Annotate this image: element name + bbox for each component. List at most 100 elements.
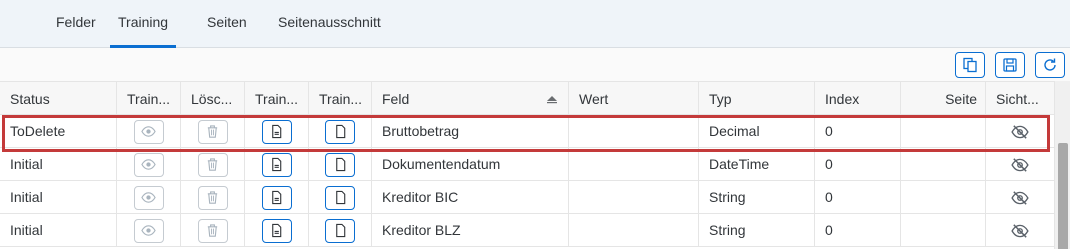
- save-button[interactable]: [995, 52, 1025, 78]
- train-document-cell: [245, 148, 309, 181]
- train-cell: [117, 148, 181, 181]
- feld-cell: Kreditor BIC: [372, 181, 569, 214]
- tab-felder[interactable]: Felder: [56, 0, 96, 48]
- table-row[interactable]: Initial Kreditor BLZ String 0: [0, 214, 1054, 247]
- document-lines-icon: [272, 157, 282, 172]
- feld-cell: Bruttobetrag: [372, 115, 569, 148]
- train-page-cell: [309, 115, 372, 148]
- train-document-cell: [245, 181, 309, 214]
- document-button[interactable]: [325, 119, 355, 144]
- column-header-train-3[interactable]: Train...: [309, 82, 372, 116]
- tab-seiten[interactable]: Seiten: [207, 0, 247, 48]
- document-button[interactable]: [325, 185, 355, 210]
- column-header-feld-label: Feld: [382, 91, 410, 107]
- seite-cell: [901, 115, 986, 148]
- column-header-sichtbar[interactable]: Sicht...: [986, 82, 1054, 116]
- wert-cell[interactable]: [569, 214, 699, 247]
- hide-icon: [1011, 223, 1029, 238]
- document-lines-button[interactable]: [261, 152, 292, 177]
- copy-button[interactable]: [955, 52, 985, 78]
- delete-cell: [181, 181, 245, 214]
- train-cell: [117, 115, 181, 148]
- eye-icon: [141, 192, 156, 203]
- column-header-train-2[interactable]: Train...: [245, 82, 309, 116]
- index-cell: 0: [815, 181, 901, 214]
- refresh-button[interactable]: [1035, 52, 1065, 78]
- table-row[interactable]: Initial Kreditor BIC String 0: [0, 181, 1054, 214]
- wert-cell[interactable]: [569, 115, 699, 148]
- document-icon: [335, 124, 345, 139]
- feld-cell: Kreditor BLZ: [372, 214, 569, 247]
- typ-cell: String: [699, 214, 815, 247]
- visibility-cell[interactable]: [986, 115, 1054, 148]
- view-button[interactable]: [133, 185, 164, 210]
- tab-training[interactable]: Training: [110, 0, 177, 48]
- save-icon: [1003, 58, 1017, 72]
- status-cell: ToDelete: [0, 115, 117, 148]
- table-toolbar: [0, 48, 1070, 82]
- column-header-loeschen[interactable]: Lösc...: [181, 82, 245, 116]
- copy-icon: [963, 57, 977, 73]
- column-header-train-1[interactable]: Train...: [117, 82, 181, 116]
- delete-button[interactable]: [197, 185, 228, 210]
- visibility-cell[interactable]: [986, 148, 1054, 181]
- typ-cell: String: [699, 181, 815, 214]
- document-lines-button[interactable]: [261, 119, 292, 144]
- document-lines-icon: [272, 124, 282, 139]
- trash-icon: [207, 191, 218, 204]
- eye-icon: [141, 126, 156, 137]
- tab-training-label: Training: [118, 14, 169, 30]
- document-icon: [335, 223, 345, 238]
- delete-button[interactable]: [197, 218, 228, 243]
- document-button[interactable]: [325, 218, 355, 243]
- seite-cell: [901, 214, 986, 247]
- document-icon: [335, 190, 345, 205]
- hide-icon: [1011, 157, 1029, 172]
- tab-seitenausschnitt[interactable]: Seitenausschnitt: [278, 0, 381, 48]
- document-lines-button[interactable]: [261, 185, 292, 210]
- table-header: Status Train... Lösc... Train... Train..…: [0, 81, 1054, 116]
- column-header-feld[interactable]: Feld: [372, 82, 569, 116]
- view-button[interactable]: [133, 218, 164, 243]
- wert-cell[interactable]: [569, 181, 699, 214]
- wert-cell[interactable]: [569, 148, 699, 181]
- column-header-typ[interactable]: Typ: [699, 82, 815, 116]
- eye-icon: [141, 225, 156, 236]
- status-cell: Initial: [0, 148, 117, 181]
- visibility-cell[interactable]: [986, 181, 1054, 214]
- hide-icon: [1011, 124, 1029, 139]
- delete-button[interactable]: [197, 119, 228, 144]
- column-header-seite[interactable]: Seite: [901, 82, 986, 116]
- delete-button[interactable]: [197, 152, 228, 177]
- column-header-status[interactable]: Status: [0, 82, 117, 116]
- column-header-wert[interactable]: Wert: [569, 82, 699, 116]
- trash-icon: [207, 224, 218, 237]
- train-cell: [117, 181, 181, 214]
- delete-cell: [181, 148, 245, 181]
- table-row[interactable]: ToDelete Bruttobetrag Decimal 0: [0, 115, 1054, 148]
- typ-cell: Decimal: [699, 115, 815, 148]
- vertical-scrollbar[interactable]: [1054, 81, 1070, 249]
- index-cell: 0: [815, 115, 901, 148]
- typ-cell: DateTime: [699, 148, 815, 181]
- train-page-cell: [309, 181, 372, 214]
- status-cell: Initial: [0, 181, 117, 214]
- column-header-index[interactable]: Index: [815, 82, 901, 116]
- train-cell: [117, 214, 181, 247]
- training-table: Status Train... Lösc... Train... Train..…: [0, 81, 1054, 249]
- view-button[interactable]: [133, 119, 164, 144]
- visibility-cell[interactable]: [986, 214, 1054, 247]
- document-lines-button[interactable]: [261, 218, 292, 243]
- document-button[interactable]: [325, 152, 355, 177]
- view-button[interactable]: [133, 152, 164, 177]
- delete-cell: [181, 115, 245, 148]
- feld-cell: Dokumentendatum: [372, 148, 569, 181]
- seite-cell: [901, 148, 986, 181]
- scrollbar-thumb[interactable]: [1058, 143, 1068, 249]
- refresh-icon: [1044, 58, 1056, 71]
- trash-icon: [207, 158, 218, 171]
- table-row[interactable]: Initial Dokumentendatum DateTime 0: [0, 148, 1054, 181]
- sort-ascending-icon: [547, 96, 557, 104]
- train-page-cell: [309, 214, 372, 247]
- document-icon: [335, 157, 345, 172]
